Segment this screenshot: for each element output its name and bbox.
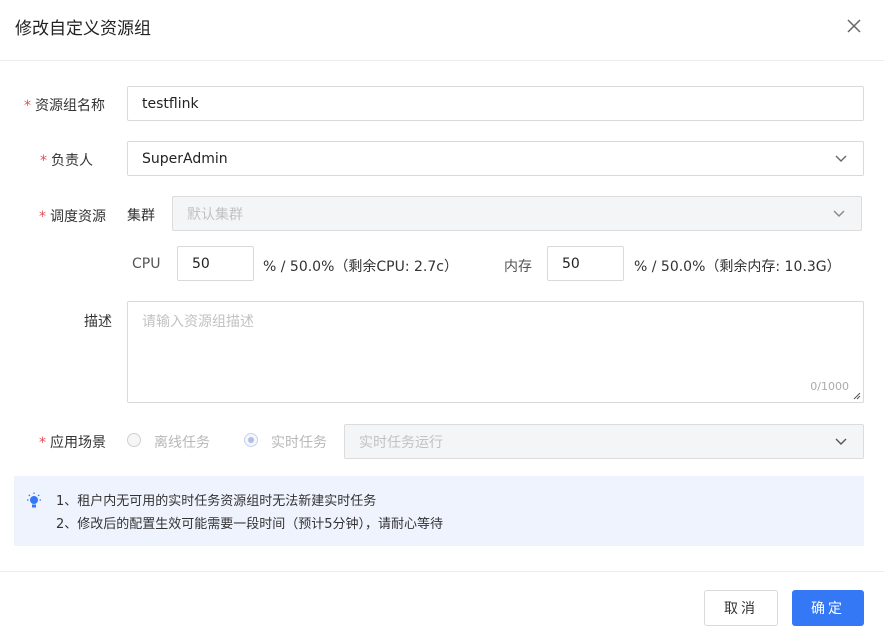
cancel-button[interactable]: 取消 — [704, 590, 778, 626]
description-label: 描述 — [84, 314, 112, 330]
notice-line-2: 2、修改后的配置生效可能需要一段时间（预计5分钟），请耐心等待 — [56, 517, 444, 532]
scenario-label: * 应用场景 — [39, 435, 106, 451]
memory-info: % / 50.0%（剩余内存: 10.3G） — [634, 259, 841, 275]
scenario-select-placeholder: 实时任务运行 — [359, 434, 443, 451]
notice-box: 1、租户内无可用的实时任务资源组时无法新建实时任务 2、修改后的配置生效可能需要… — [14, 476, 864, 546]
cluster-placeholder: 默认集群 — [187, 206, 243, 223]
confirm-button[interactable]: 确定 — [792, 590, 864, 626]
name-value: testflink — [142, 95, 199, 112]
lightbulb-icon — [27, 492, 41, 508]
cpu-value: 50 — [192, 255, 210, 272]
radio-realtime-label[interactable]: 实时任务 — [271, 432, 327, 452]
owner-value: SuperAdmin — [142, 150, 228, 167]
chevron-down-icon — [835, 155, 847, 162]
memory-input[interactable]: 50 — [547, 246, 624, 281]
chevron-down-icon — [833, 210, 845, 217]
memory-value: 50 — [562, 255, 580, 272]
name-input[interactable]: testflink — [127, 86, 864, 121]
memory-label: 内存 — [504, 259, 532, 275]
chevron-down-icon — [835, 438, 847, 445]
close-icon[interactable] — [846, 18, 862, 34]
cpu-info: % / 50.0%（剩余CPU: 2.7c） — [263, 259, 458, 275]
header-divider — [0, 60, 884, 61]
char-counter: 0/1000 — [810, 380, 849, 393]
cpu-input[interactable]: 50 — [177, 246, 254, 281]
required-mark: * — [24, 98, 31, 114]
owner-select[interactable]: SuperAdmin — [127, 141, 864, 176]
radio-offline-label[interactable]: 离线任务 — [154, 432, 210, 452]
description-placeholder: 请输入资源组描述 — [142, 314, 254, 330]
cluster-label: 集群 — [127, 208, 155, 224]
description-textarea[interactable]: 请输入资源组描述 0/1000 — [127, 301, 864, 403]
scheduling-label: * 调度资源 — [39, 209, 106, 225]
dialog-title: 修改自定义资源组 — [15, 19, 151, 39]
name-label: * 资源组名称 — [24, 98, 105, 114]
radio-offline[interactable] — [127, 433, 141, 447]
footer-divider — [0, 571, 884, 572]
owner-label: * 负责人 — [40, 153, 93, 169]
notice-line-1: 1、租户内无可用的实时任务资源组时无法新建实时任务 — [56, 494, 377, 509]
resize-handle-icon[interactable] — [853, 392, 861, 400]
scenario-select[interactable]: 实时任务运行 — [344, 424, 864, 459]
radio-realtime[interactable] — [244, 433, 258, 447]
cluster-select[interactable]: 默认集群 — [172, 196, 862, 231]
cpu-label: CPU — [132, 256, 161, 272]
